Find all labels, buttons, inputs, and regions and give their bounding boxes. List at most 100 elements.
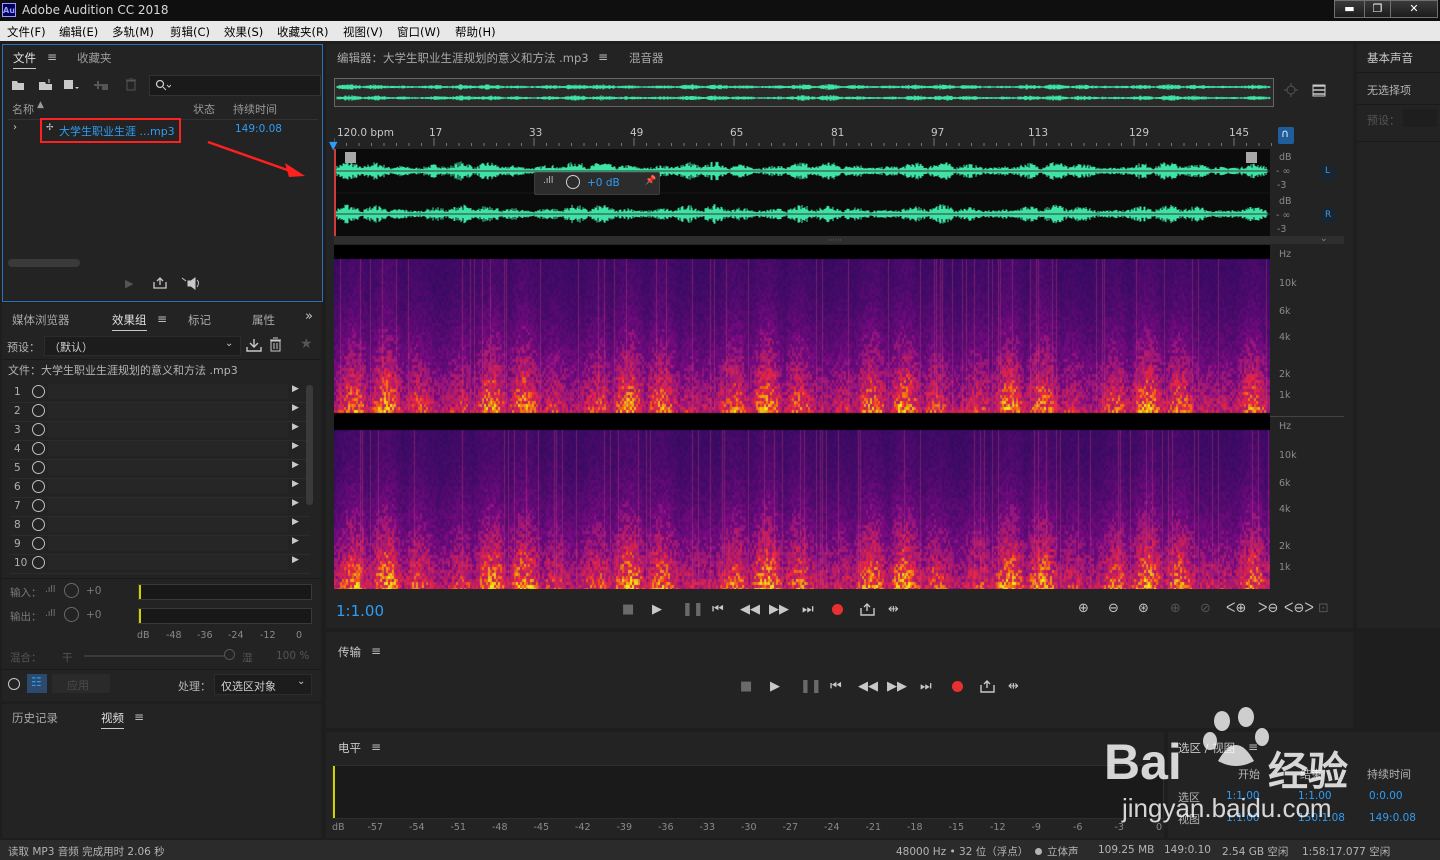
waveform-overview[interactable] — [334, 78, 1274, 107]
chevron-right-icon[interactable]: ▶ — [292, 422, 299, 432]
playhead-marker-icon[interactable]: ▼ — [329, 139, 337, 152]
view-start[interactable]: 1:1.00 — [1226, 812, 1260, 824]
fade-out-handle[interactable] — [1246, 152, 1257, 163]
stop-button[interactable]: ■ — [740, 679, 752, 694]
current-time[interactable]: 1:1.00 — [336, 602, 384, 620]
tab-markers[interactable]: 标记 — [188, 312, 211, 328]
editor-tab[interactable]: 编辑器：大学生职业生涯规划的意义和方法 .mp3 — [337, 50, 589, 66]
chevron-right-icon[interactable]: ▶ — [292, 460, 299, 470]
go-to-start-button[interactable]: ⏮ — [712, 602, 724, 617]
effect-slot[interactable]: 8 ▶ — [10, 516, 310, 536]
record-button[interactable] — [952, 681, 963, 692]
zoom-full-icon[interactable]: ⊛ — [1138, 601, 1149, 616]
power-icon[interactable] — [32, 518, 45, 531]
skip-icon[interactable]: ⇹ — [1008, 679, 1019, 694]
power-icon[interactable] — [32, 499, 45, 512]
col-status[interactable]: 状态 — [193, 101, 215, 117]
minimize-button[interactable]: ▬ — [1334, 0, 1365, 18]
tab-effects-rack[interactable]: 效果组 — [112, 312, 147, 331]
fade-in-handle[interactable] — [345, 152, 356, 163]
autoplay-icon[interactable] — [181, 277, 203, 290]
play-button[interactable]: ▶ — [652, 602, 662, 617]
panel-menu-icon[interactable]: ≡ — [371, 740, 381, 754]
file-row[interactable]: › ✢ 大学生职业生涯 ...mp3 149:0.08 — [3, 118, 322, 143]
maximize-button[interactable]: ❐ — [1364, 0, 1391, 18]
horizontal-scrollbar[interactable] — [8, 259, 80, 267]
power-icon[interactable] — [32, 461, 45, 474]
tab-mixer[interactable]: 混音器 — [629, 50, 664, 66]
go-to-end-button[interactable]: ⏭ — [920, 679, 932, 694]
effect-slot[interactable]: 9 ▶ — [10, 535, 310, 555]
playhead[interactable] — [334, 149, 336, 236]
delete-icon[interactable] — [125, 78, 137, 91]
menu-window[interactable]: 窗口(W) — [397, 24, 440, 40]
tab-media-browser[interactable]: 媒体浏览器 — [12, 312, 70, 328]
list-view-icon[interactable]: ☷ — [27, 674, 47, 693]
go-to-end-button[interactable]: ⏭ — [802, 602, 814, 617]
chevron-down-icon[interactable]: ⌄ — [1320, 234, 1328, 244]
favorite-star-icon[interactable]: ★ — [300, 336, 313, 352]
panel-menu-icon[interactable]: ≡ — [157, 312, 167, 326]
menu-clip[interactable]: 剪辑(C) — [170, 24, 210, 40]
output-gain-knob[interactable] — [64, 607, 79, 622]
panel-menu-icon[interactable]: ≡ — [47, 50, 57, 64]
apply-button[interactable]: 应用 — [52, 674, 110, 693]
fast-forward-button[interactable]: ▶▶ — [887, 679, 907, 694]
gain-knob[interactable] — [566, 175, 580, 189]
col-name[interactable]: 名称 — [12, 101, 34, 117]
master-power-icon[interactable] — [8, 678, 20, 690]
effect-slot[interactable]: 4 ▶ — [10, 440, 310, 460]
chevron-right-icon[interactable]: ▶ — [292, 479, 299, 489]
power-icon[interactable] — [32, 442, 45, 455]
tab-files[interactable]: 文件 — [13, 50, 36, 69]
loop-icon[interactable] — [980, 680, 995, 693]
power-icon[interactable] — [32, 480, 45, 493]
delete-preset-icon[interactable] — [269, 337, 282, 352]
zoom-reset-icon[interactable]: ⊡ — [1318, 601, 1329, 616]
mix-slider[interactable] — [84, 655, 224, 657]
open-folder-icon[interactable] — [11, 79, 25, 91]
pause-button[interactable]: ❚❚ — [682, 602, 704, 617]
chevron-right-icon[interactable]: ▶ — [292, 517, 299, 527]
panel-splitter[interactable]: ⋯⋯ ⌄ — [334, 234, 1344, 244]
waveform-display[interactable] — [334, 149, 1270, 236]
menu-favorites[interactable]: 收藏夹(R) — [277, 24, 328, 40]
zoom-out-full-icon[interactable]: ᐸ⊖ᐳ — [1284, 601, 1314, 616]
effect-slot[interactable]: 2 ▶ — [10, 402, 310, 422]
effect-slot[interactable]: 10 ▶ — [10, 554, 310, 574]
channel-left-button[interactable]: L — [1320, 165, 1336, 179]
effect-slot[interactable]: 5 ▶ — [10, 459, 310, 479]
power-icon[interactable] — [32, 404, 45, 417]
chevron-right-icon[interactable]: ▶ — [292, 555, 299, 565]
menu-view[interactable]: 视图(V) — [343, 24, 383, 40]
zoom-out-amplitude-icon[interactable]: ⊖ — [1108, 601, 1119, 616]
time-ruler[interactable]: 120.0 bpm 17 33 49 65 81 97 113 129 145 — [334, 124, 1272, 146]
vertical-scrollbar[interactable] — [306, 385, 313, 505]
zoom-in-amplitude-icon[interactable]: ⊕ — [1078, 601, 1089, 616]
spectral-menu-icon[interactable] — [1312, 84, 1326, 98]
power-icon[interactable] — [32, 423, 45, 436]
chevron-right-icon[interactable]: ▶ — [292, 536, 299, 546]
spectral-display[interactable] — [334, 245, 1270, 589]
view-duration[interactable]: 149:0.08 — [1369, 812, 1416, 824]
zoom-out-time-icon[interactable]: ᐳ⊖ — [1258, 601, 1278, 616]
menu-multitrack[interactable]: 多轨(M) — [112, 24, 154, 40]
power-icon[interactable] — [32, 385, 45, 398]
power-icon[interactable] — [32, 556, 45, 569]
menu-effects[interactable]: 效果(S) — [224, 24, 263, 40]
tab-video[interactable]: 视频 — [101, 710, 124, 729]
preset-dropdown[interactable]: （默认） ⌄ — [44, 336, 241, 356]
fast-forward-button[interactable]: ▶▶ — [769, 602, 789, 617]
loop-icon[interactable] — [153, 277, 167, 289]
file-name[interactable]: 大学生职业生涯 ...mp3 — [59, 123, 175, 139]
power-icon[interactable] — [32, 537, 45, 550]
go-to-start-button[interactable]: ⏮ — [830, 679, 842, 694]
chevron-right-icon[interactable]: ▶ — [292, 403, 299, 413]
process-dropdown[interactable]: 仅选区对象 ⌄ — [214, 674, 312, 695]
input-gain-knob[interactable] — [64, 583, 79, 598]
rewind-button[interactable]: ◀◀ — [858, 679, 878, 694]
tab-properties[interactable]: 属性 — [252, 312, 275, 328]
snap-icon[interactable]: ∩ — [1278, 127, 1294, 144]
selection-duration[interactable]: 0:0.00 — [1369, 790, 1403, 802]
selection-start[interactable]: 1:1.00 — [1226, 790, 1260, 802]
